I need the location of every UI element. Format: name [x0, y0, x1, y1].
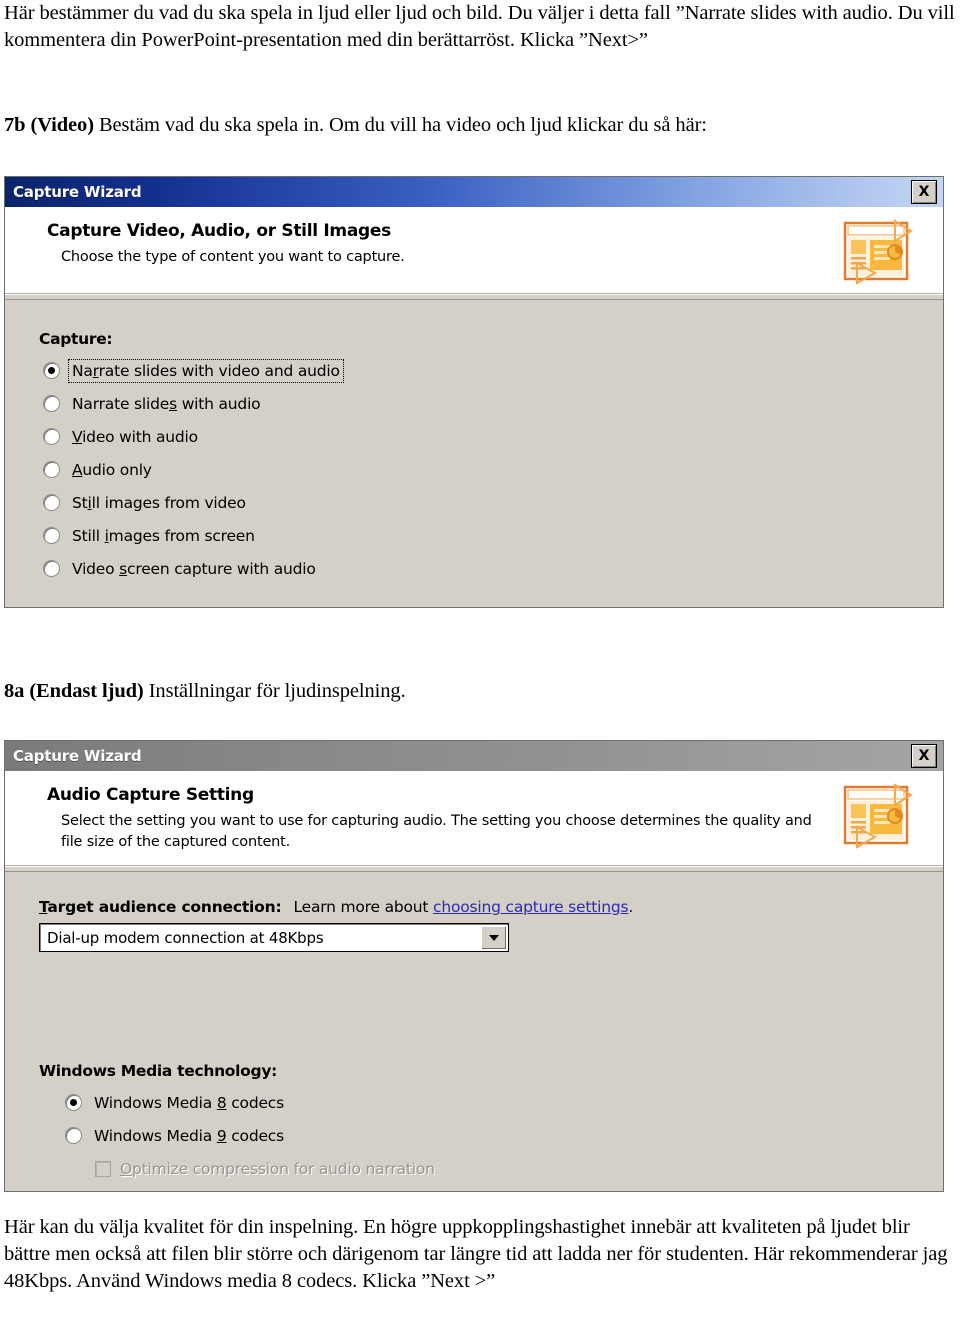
radio-option-label: Video screen capture with audio: [72, 559, 316, 578]
radio-option-label: Windows Media 8 codecs: [94, 1093, 284, 1112]
target-audience-selected-value: Dial-up modem connection at 48Kbps: [47, 928, 324, 947]
capture-wizard-dialog-audio: Capture Wizard X Audio Capture Setting S…: [4, 740, 944, 1192]
radio-button[interactable]: [43, 395, 60, 412]
radio-option-label: Still images from video: [72, 493, 246, 512]
dialog1-header-subtitle: Choose the type of content you want to c…: [61, 249, 405, 265]
radio-button[interactable]: [43, 461, 60, 478]
dialog2-header: Audio Capture Setting Select the setting…: [5, 771, 943, 866]
dialog1-body: Capture: Narrate slides with video and a…: [5, 300, 943, 585]
capture-group-label: Capture:: [39, 330, 113, 348]
dialog2-header-title: Audio Capture Setting: [47, 785, 254, 805]
optimize-compression-checkbox[interactable]: [95, 1160, 111, 1177]
radio-option-row[interactable]: Audio only: [39, 453, 943, 486]
step-7b-text: Bestäm vad du ska spela in. Om du vill h…: [93, 114, 707, 136]
dialog2-title: Capture Wizard: [13, 747, 142, 765]
dialog2-titlebar[interactable]: Capture Wizard X: [5, 741, 943, 771]
dialog2-body: Target audience connection: Learn more a…: [5, 872, 943, 1185]
page-root: Här bestämmer du vad du ska spela in lju…: [0, 0, 960, 1328]
dialog1-header: Capture Video, Audio, or Still Images Ch…: [5, 207, 943, 294]
radio-option-row[interactable]: Still images from video: [39, 486, 943, 519]
closing-paragraph: Här kan du välja kvalitet för din inspel…: [4, 1216, 948, 1292]
radio-button[interactable]: [43, 494, 60, 511]
step-8a-paragraph: 8a (Endast ljud) Inställningar för ljudi…: [4, 678, 956, 705]
dialog1-titlebar[interactable]: Capture Wizard X: [5, 177, 943, 207]
step-7b-label: 7b (Video): [4, 114, 94, 136]
radio-option-label: Narrate slides with video and audio: [68, 358, 344, 383]
radio-option-row[interactable]: Video screen capture with audio: [39, 552, 943, 585]
radio-button[interactable]: [43, 560, 60, 577]
radio-option-row[interactable]: Windows Media 8 codecs: [61, 1086, 943, 1119]
radio-button[interactable]: [65, 1094, 82, 1111]
intro-paragraph: Här bestämmer du vad du ska spela in lju…: [4, 2, 955, 51]
radio-option-label: Narrate slides with audio: [72, 394, 261, 413]
radio-option-row[interactable]: Narrate slides with video and audio: [39, 354, 943, 387]
radio-option-label: Still images from screen: [72, 526, 255, 545]
target-audience-note: Learn more about choosing capture settin…: [293, 898, 633, 916]
media-technology-options-list: Windows Media 8 codecs Windows Media 9 co…: [39, 1086, 943, 1152]
radio-button[interactable]: [43, 362, 60, 379]
capture-options-list: Narrate slides with video and audio Narra…: [39, 354, 943, 585]
choosing-capture-settings-link[interactable]: choosing capture settings: [433, 898, 629, 916]
close-icon[interactable]: X: [911, 744, 937, 768]
radio-button[interactable]: [43, 527, 60, 544]
capture-wizard-icon: [843, 219, 913, 285]
step-8a-text: Inställningar för ljudinspelning.: [143, 680, 406, 702]
target-audience-label-rest: arget audience connection:: [47, 898, 282, 916]
dialog2-spacer: [39, 952, 943, 1062]
radio-option-row[interactable]: Narrate slides with audio: [39, 387, 943, 420]
note-suffix: .: [628, 898, 634, 916]
note-prefix: Learn more about: [293, 898, 434, 916]
radio-option-row[interactable]: Video with audio: [39, 420, 943, 453]
arrow-down-glyph: [488, 934, 499, 941]
radio-button[interactable]: [65, 1127, 82, 1144]
capture-wizard-dialog-video: Capture Wizard X Capture Video, Audio, o…: [4, 176, 944, 608]
chevron-down-icon[interactable]: [481, 926, 506, 949]
target-audience-label-row: Target audience connection: Learn more a…: [39, 898, 943, 916]
dialog1-title: Capture Wizard: [13, 183, 142, 201]
radio-button[interactable]: [43, 428, 60, 445]
step-8a-label: 8a (Endast ljud): [4, 680, 144, 702]
radio-option-row[interactable]: Still images from screen: [39, 519, 943, 552]
target-audience-dropdown[interactable]: Dial-up modem connection at 48Kbps: [39, 923, 509, 952]
dialog2-header-subtitle: Select the setting you want to use for c…: [61, 813, 812, 850]
radio-option-row[interactable]: Windows Media 9 codecs: [61, 1119, 943, 1152]
dialog1-header-title: Capture Video, Audio, or Still Images: [47, 221, 391, 241]
capture-wizard-icon: [843, 783, 913, 849]
media-technology-group-label: Windows Media technology:: [39, 1062, 278, 1080]
step-7b-paragraph: 7b (Video) Bestäm vad du ska spela in. O…: [4, 112, 956, 139]
optimize-compression-row[interactable]: Optimize compression for audio narration: [39, 1152, 943, 1185]
target-audience-label: Target audience connection:: [39, 898, 282, 916]
close-icon[interactable]: X: [911, 180, 937, 204]
radio-option-label: Audio only: [72, 460, 152, 479]
radio-option-label: Windows Media 9 codecs: [94, 1126, 284, 1145]
optimize-compression-label: Optimize compression for audio narration: [120, 1159, 435, 1178]
optimize-compression-label-rest: ptimize compression for audio narration: [132, 1159, 435, 1178]
radio-option-label: Video with audio: [72, 427, 198, 446]
